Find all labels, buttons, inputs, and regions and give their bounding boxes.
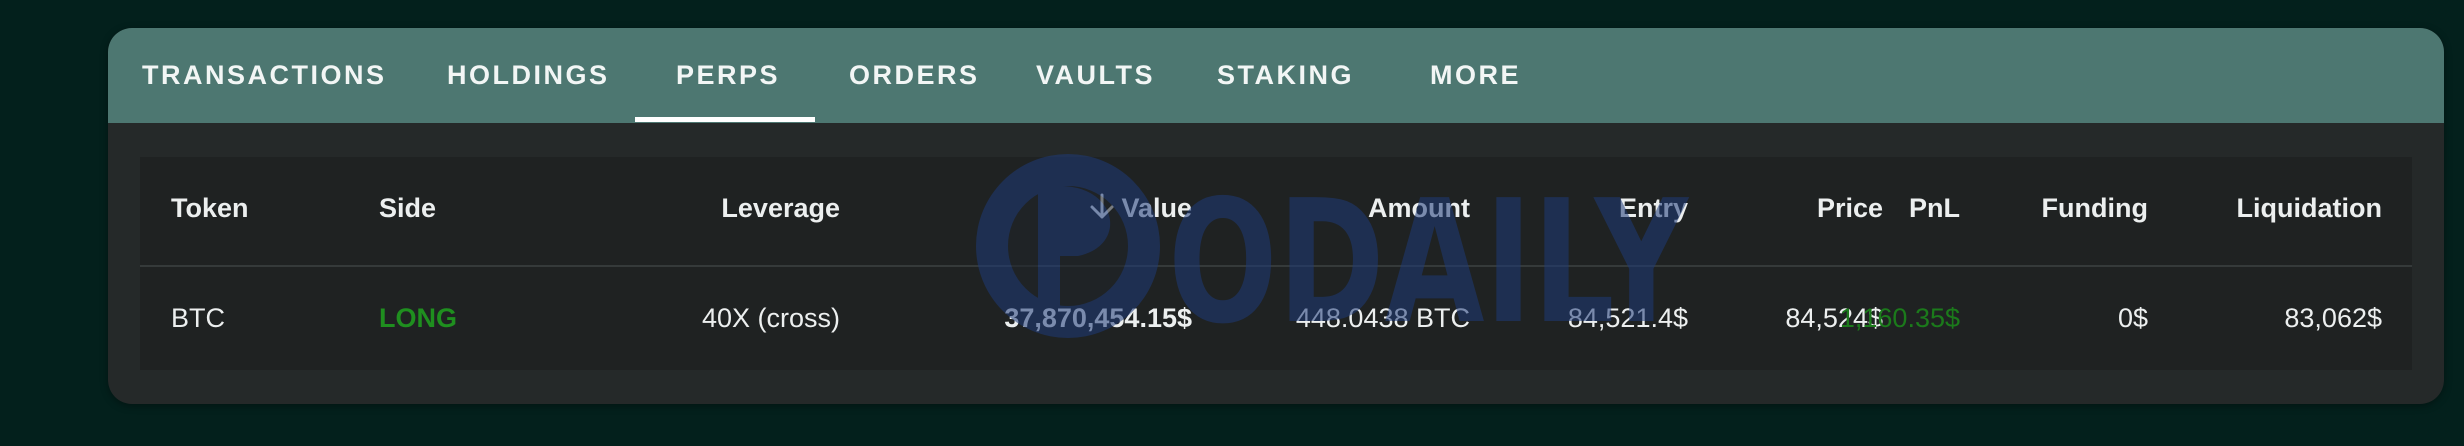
cell-entry: 84,521.4$ bbox=[1567, 303, 1688, 333]
cell-pnl: 1,160.35$ bbox=[1839, 303, 1960, 333]
header-price[interactable]: Price bbox=[1817, 193, 1883, 224]
header-leverage[interactable]: Leverage bbox=[721, 193, 840, 224]
cell-funding: 0$ bbox=[2117, 303, 2148, 333]
header-value-label: Value bbox=[1121, 193, 1192, 223]
header-entry[interactable]: Entry bbox=[1619, 193, 1688, 224]
header-funding[interactable]: Funding bbox=[2042, 193, 2148, 224]
tab-more[interactable]: MORE bbox=[1430, 28, 1521, 123]
header-token[interactable]: Token bbox=[171, 193, 249, 224]
active-tab-indicator bbox=[635, 117, 815, 122]
tab-transactions[interactable]: TRANSACTIONS bbox=[142, 28, 387, 123]
positions-card: TRANSACTIONS HOLDINGS PERPS ORDERS VAULT… bbox=[108, 28, 2444, 404]
tab-vaults[interactable]: VAULTS bbox=[1036, 28, 1155, 123]
cell-value: 37,870,454.15$ bbox=[1004, 303, 1192, 333]
tab-orders[interactable]: ORDERS bbox=[849, 28, 980, 123]
positions-table: Token Side Leverage Value Amount Entry P… bbox=[140, 157, 2412, 370]
cell-side: LONG bbox=[379, 303, 457, 333]
cell-amount: 448.0438 BTC bbox=[1295, 303, 1470, 333]
header-pnl[interactable]: PnL bbox=[1909, 193, 1960, 224]
cell-liquidation: 83,062$ bbox=[2284, 303, 2382, 333]
tab-holdings[interactable]: HOLDINGS bbox=[447, 28, 610, 123]
header-liquidation[interactable]: Liquidation bbox=[2237, 193, 2382, 224]
header-side[interactable]: Side bbox=[379, 193, 436, 224]
cell-leverage: 40X (cross) bbox=[701, 303, 840, 333]
cell-token: BTC bbox=[171, 303, 225, 333]
tab-bar: TRANSACTIONS HOLDINGS PERPS ORDERS VAULT… bbox=[108, 28, 2444, 123]
header-divider bbox=[140, 265, 2412, 267]
header-value[interactable]: Value bbox=[1089, 193, 1192, 224]
tab-staking[interactable]: STAKING bbox=[1217, 28, 1354, 123]
header-amount[interactable]: Amount bbox=[1368, 193, 1470, 224]
tab-perps[interactable]: PERPS bbox=[676, 28, 780, 123]
arrow-down-icon bbox=[1090, 193, 1114, 219]
